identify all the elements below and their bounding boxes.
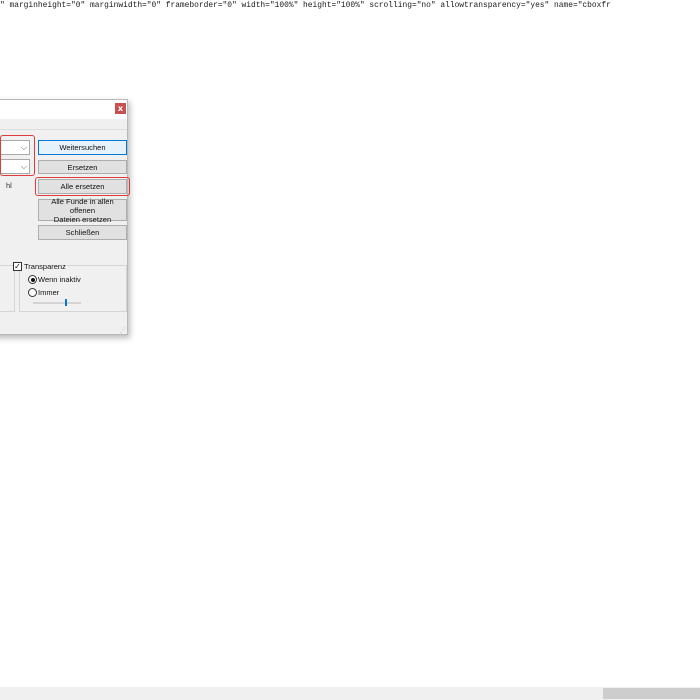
slider-thumb[interactable] [65,299,67,306]
replace-all-highlight [35,177,130,196]
button-line: Alle Funde in allen offenen [51,196,114,215]
radio-label-inactive: Wenn inaktiv [38,275,81,284]
page-source-text: " marginheight="0" marginwidth="0" frame… [0,1,611,10]
radio-immer[interactable] [28,288,37,297]
horizontal-scrollbar[interactable] [0,687,700,700]
scrollbar-thumb[interactable] [603,688,700,699]
replace-button[interactable]: Ersetzen [38,160,127,174]
button-line: Dateien ersetzen [53,214,112,224]
find-next-button[interactable]: Weitersuchen [38,140,127,155]
options-group [0,265,15,312]
close-button[interactable]: Schließen [38,225,127,240]
replace-all-open-files-button[interactable]: Alle Funde in allen offenen Dateien erse… [38,196,127,224]
transparency-label: Transparenz [23,262,67,271]
option-label-partial: hl [6,181,12,190]
tab-separator [0,129,127,130]
radio-selected-dot [30,277,35,282]
transparency-checkbox[interactable]: ✓ [13,262,22,271]
resize-grip-icon[interactable]: ⋰ [120,328,126,334]
radio-label-always: Immer [38,288,60,297]
transparency-slider[interactable] [33,302,81,304]
radio-wenn-inaktiv[interactable] [28,275,37,284]
combo-highlight [0,135,35,176]
close-icon[interactable]: x [115,103,126,114]
dialog-titlebar[interactable] [0,100,127,119]
